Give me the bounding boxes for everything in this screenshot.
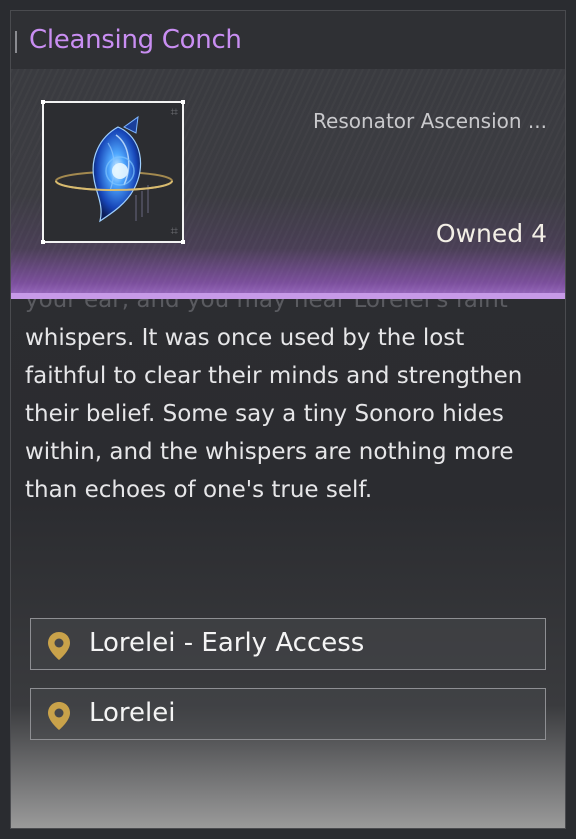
frame-corner bbox=[181, 240, 185, 244]
source-lorelei-early-access[interactable]: Lorelei - Early Access bbox=[30, 618, 546, 670]
description-text: whispers. It was once used by the lost f… bbox=[25, 325, 523, 503]
item-header: ⌗ ⌗ Resonator Ascension ... Owned 4 bbox=[11, 69, 565, 299]
item-frame[interactable]: ⌗ ⌗ bbox=[41, 100, 185, 244]
owned-count: Owned 4 bbox=[435, 219, 547, 248]
source-lorelei[interactable]: Lorelei bbox=[30, 688, 546, 740]
location-pin-icon bbox=[48, 702, 70, 730]
item-title: Cleansing Conch bbox=[29, 25, 242, 55]
location-pin-icon bbox=[48, 632, 70, 660]
frame-corner bbox=[41, 100, 45, 104]
frame-corner bbox=[41, 240, 45, 244]
item-description: your ear, and you may hear Lorelei's fai… bbox=[25, 299, 545, 509]
source-label: Lorelei - Early Access bbox=[89, 628, 365, 658]
blue-conch-shell-icon bbox=[55, 115, 173, 223]
item-category: Resonator Ascension ... bbox=[313, 109, 547, 133]
description-cut-line: your ear, and you may hear Lorelei's fai… bbox=[25, 299, 508, 313]
title-bar: Cleansing Conch bbox=[11, 11, 565, 69]
title-accent-bar bbox=[15, 31, 17, 53]
item-detail-panel: Cleansing Conch ⌗ ⌗ Resonator Ascension … bbox=[10, 10, 566, 829]
description-scroll[interactable]: your ear, and you may hear Lorelei's fai… bbox=[25, 299, 555, 569]
frame-corner bbox=[181, 100, 185, 104]
source-label: Lorelei bbox=[89, 698, 176, 728]
